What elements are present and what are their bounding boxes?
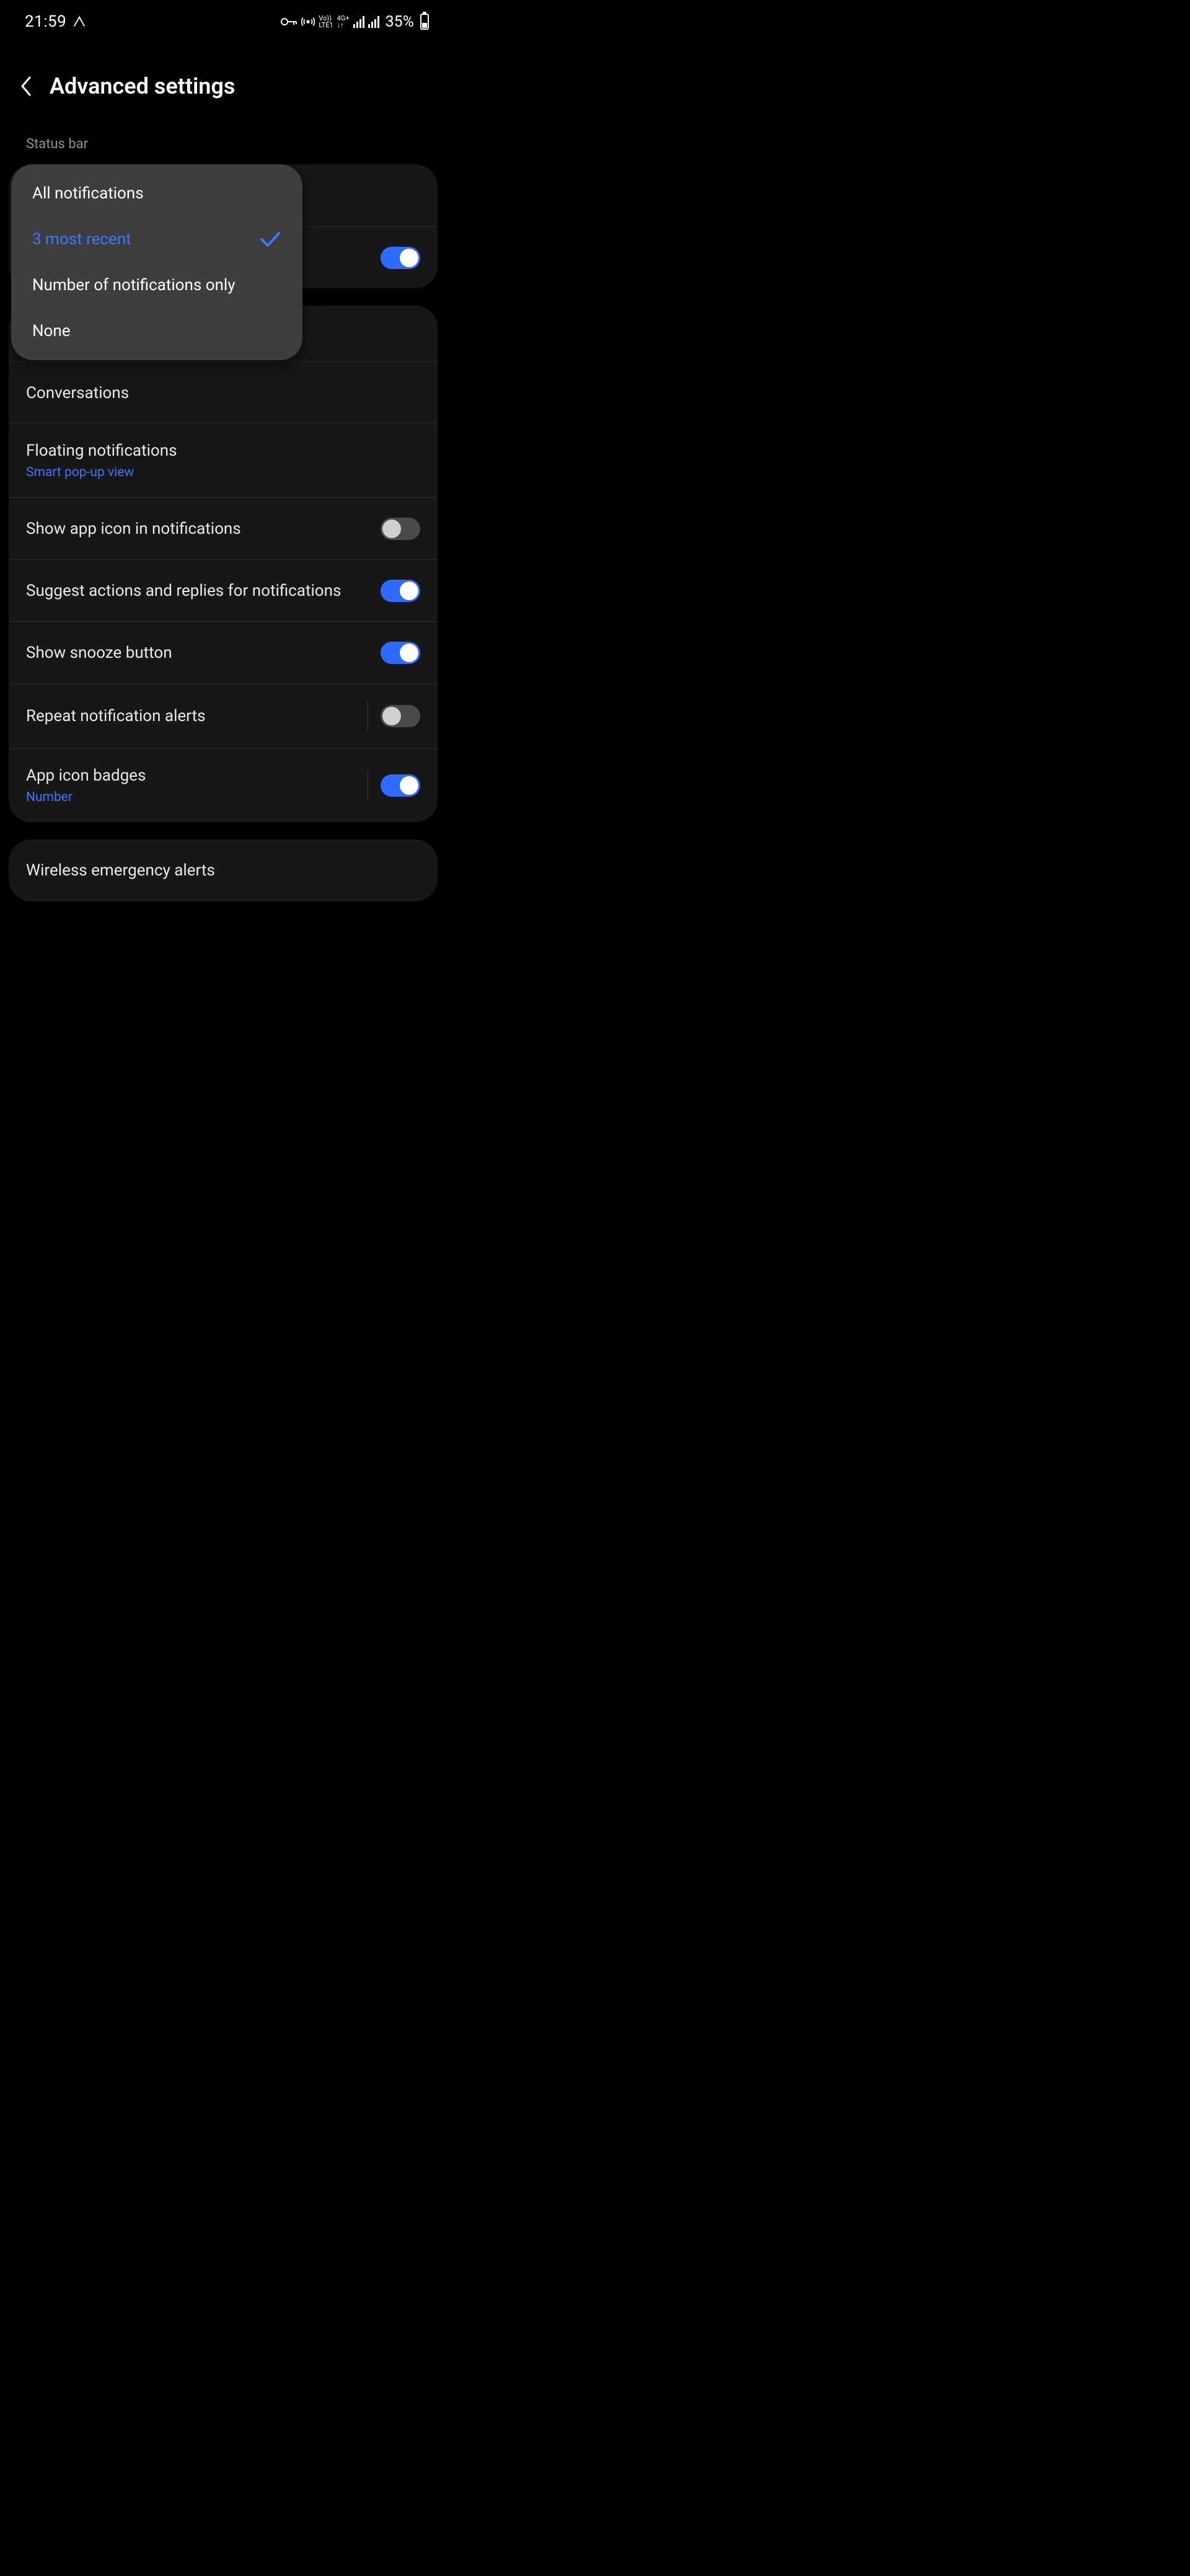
row-repeat-alerts[interactable]: Repeat notification alerts (9, 683, 438, 748)
row-conversations[interactable]: Conversations (9, 361, 438, 423)
popup-option-number-only[interactable]: Number of notifications only (11, 262, 302, 308)
page-header: Advanced settings (0, 43, 446, 130)
section-label-status-bar: Status bar (0, 130, 446, 164)
row-title: Conversations (26, 384, 129, 402)
row-title: Show app icon in notifications (26, 520, 241, 538)
volte-indicator: Vo))LTE1 (319, 15, 333, 29)
back-icon[interactable] (17, 75, 36, 97)
check-icon (259, 231, 281, 248)
row-title: Show snooze button (26, 644, 172, 662)
toggle-show-app-icon[interactable] (381, 518, 420, 540)
row-title: Floating notifications (26, 441, 177, 460)
signal-icon-2 (368, 15, 379, 28)
popup-option-3-most-recent[interactable]: 3 most recent (11, 216, 302, 262)
popup-option-all[interactable]: All notifications (11, 170, 302, 216)
battery-icon (420, 14, 429, 30)
card-wireless: Wireless emergency alerts (9, 839, 438, 901)
row-subtitle: Smart pop-up view (26, 465, 177, 480)
row-title: App icon badges (26, 766, 146, 785)
row-wireless-emergency[interactable]: Wireless emergency alerts (9, 839, 438, 901)
toggle-suggest-actions[interactable] (381, 580, 420, 602)
toggle-repeat-alerts[interactable] (381, 705, 420, 727)
page-title: Advanced settings (50, 73, 235, 99)
popup-option-none[interactable]: None (11, 308, 302, 354)
battery-percent: 35% (386, 13, 414, 31)
row-show-snooze[interactable]: Show snooze button (9, 621, 438, 683)
hotspot-icon (301, 15, 315, 29)
popup-option-label: Number of notifications only (32, 276, 236, 294)
row-title: Wireless emergency alerts (26, 861, 215, 880)
signal-icon-1 (353, 15, 364, 28)
row-title: Repeat notification alerts (26, 707, 206, 725)
vpn-key-icon (280, 17, 298, 27)
notification-icons-popup: All notifications 3 most recent Number o… (11, 164, 302, 360)
status-time: 21:59 (25, 12, 66, 31)
popup-option-label: None (32, 322, 71, 340)
popup-option-label: All notifications (32, 184, 144, 203)
row-floating-notifications[interactable]: Floating notifications Smart pop-up view (9, 423, 438, 497)
network-4g-indicator: 4G+↓↑ (337, 15, 350, 29)
row-title: Suggest actions and replies for notifica… (26, 582, 341, 600)
card-notifications: Conversations Floating notifications Sma… (9, 306, 438, 822)
popup-option-label: 3 most recent (32, 230, 131, 249)
row-suggest-actions[interactable]: Suggest actions and replies for notifica… (9, 559, 438, 621)
row-app-icon-badges[interactable]: App icon badges Number (9, 748, 438, 822)
row-show-app-icon[interactable]: Show app icon in notifications (9, 497, 438, 559)
toggle-show-snooze[interactable] (381, 642, 420, 664)
vibrate-icon (73, 15, 86, 29)
status-bar: 21:59 Vo))LTE1 4G+↓↑ 35% (0, 0, 446, 43)
toggle-app-icon-badges[interactable] (381, 774, 420, 797)
row-subtitle: Number (26, 790, 146, 805)
toggle-statusbar-option[interactable] (381, 247, 420, 269)
